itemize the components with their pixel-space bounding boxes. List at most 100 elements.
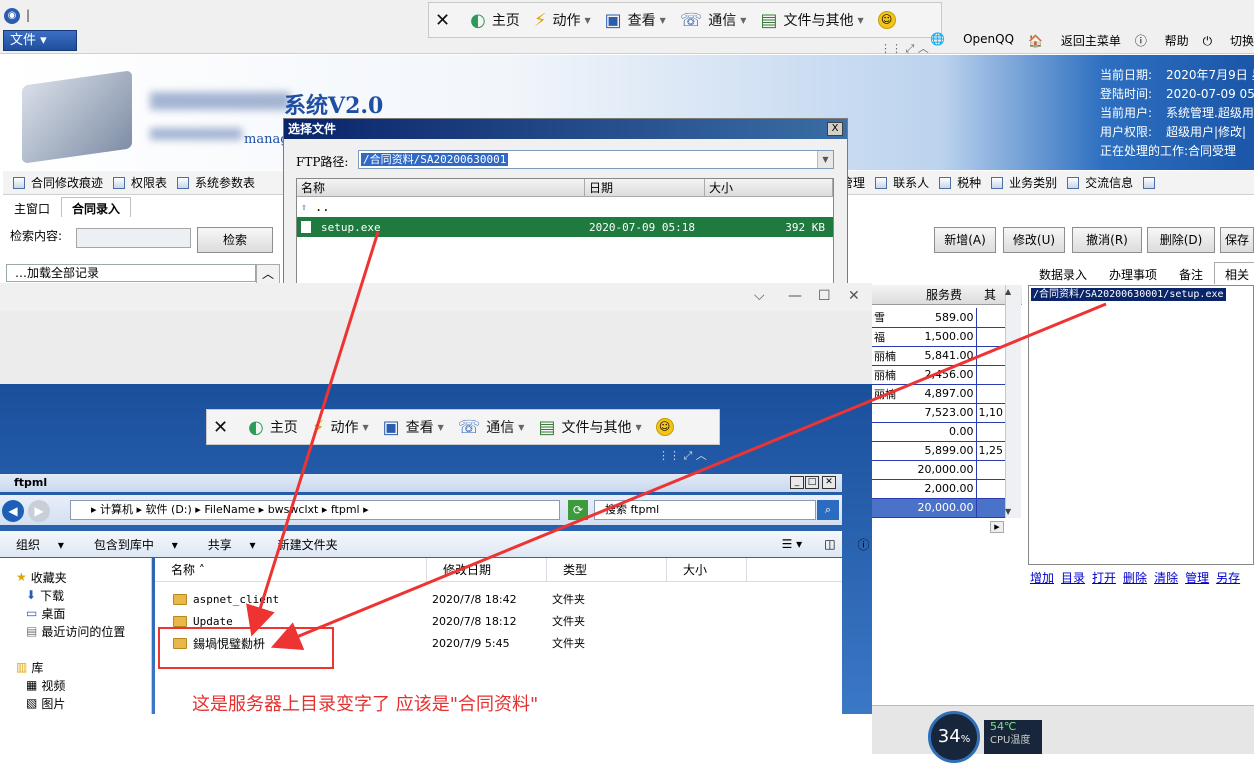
maximize-icon[interactable]: □	[805, 476, 819, 489]
record-tree[interactable]: …加载全部记录	[6, 264, 256, 282]
search-input[interactable]	[76, 228, 191, 248]
smile-icon[interactable]: ☺	[655, 418, 674, 436]
undo-button[interactable]: 撤消(R)	[1072, 227, 1142, 253]
edit-button[interactable]: 修改(U)	[1003, 227, 1065, 253]
tab-tasks[interactable]: 办理事项	[1098, 262, 1168, 284]
new-folder-button[interactable]: 新建文件夹	[278, 536, 338, 553]
col-name[interactable]: 名称 ˄	[155, 558, 427, 581]
refresh-icon[interactable]: ⟳	[568, 500, 588, 520]
list-item[interactable]: aspnet_client 2020/7/8 18:42 文件夹	[155, 589, 842, 609]
link-save-as[interactable]: 另存	[1216, 569, 1240, 586]
tab-related[interactable]: 相关	[1214, 262, 1254, 284]
delete-button[interactable]: 删除(D)	[1147, 227, 1215, 253]
minimize-icon[interactable]: —	[788, 288, 802, 304]
attachment-path[interactable]: /合同资料/SA20200630001/setup.exe	[1031, 288, 1226, 301]
nav-favorites[interactable]: ★ 收藏夹	[16, 568, 151, 586]
link-manage[interactable]: 管理	[1185, 569, 1209, 586]
fee-grid-scrollbar[interactable]	[1005, 285, 1021, 518]
include-library-button[interactable]: 包含到库中 ▾	[86, 536, 178, 553]
link-add[interactable]: 增加	[1030, 569, 1054, 586]
table-row[interactable]: 20,000.00	[872, 460, 1006, 480]
tab-main-window[interactable]: 主窗口	[3, 197, 61, 217]
tree-scroll-up[interactable]: ︿	[256, 264, 280, 284]
chevron-down-icon[interactable]: ▼	[817, 151, 833, 168]
save-button[interactable]: 保存	[1220, 227, 1254, 253]
col-modified[interactable]: 修改日期	[427, 558, 547, 581]
list-item[interactable]: setup.exe 2020-07-09 05:18 392 KB	[297, 217, 833, 237]
close-toolbar-button[interactable]: ✕	[213, 417, 234, 438]
menu-tax[interactable]: 税种	[929, 174, 981, 191]
organize-button[interactable]: 组织 ▾	[8, 536, 64, 553]
main-menu-link[interactable]: 🏠 返回主菜单	[1028, 32, 1121, 49]
table-row[interactable]: 丽楠 2,456.00	[872, 365, 1006, 385]
menu-exchange[interactable]: 交流信息	[1057, 174, 1133, 191]
scroll-right-icon[interactable]: ▶	[990, 521, 1004, 533]
address-path[interactable]: ▸ 计算机 ▸ 软件 (D:) ▸ FileName ▸ bwswclxt ▸ …	[70, 500, 560, 520]
toolbar-action[interactable]: ⚡ 动作 ▼	[312, 417, 369, 438]
back-icon[interactable]: ◀	[2, 500, 24, 522]
nav-library[interactable]: ▥ 库	[16, 658, 151, 676]
preview-pane-icon[interactable]: ◫	[824, 537, 835, 551]
tab-data-entry[interactable]: 数据录入	[1028, 262, 1098, 284]
col-name[interactable]: 名称	[297, 179, 585, 196]
search-icon[interactable]: ⌕	[817, 500, 839, 520]
scroll-up-icon[interactable]: ▲	[1005, 287, 1011, 296]
ftp-file-list[interactable]: 名称 日期 大小 ⇧.. setup.exe 2020-07-09 05:18 …	[296, 178, 834, 289]
ftp-path-combo[interactable]: /合同资料/SA20200630001 ▼	[358, 150, 834, 169]
table-row[interactable]: 5,899.00 1,25	[872, 441, 1006, 461]
col-type[interactable]: 类型	[547, 558, 667, 581]
explorer-search-input[interactable]: 搜索 ftpml	[594, 500, 816, 520]
add-button[interactable]: 新增(A)	[934, 227, 996, 253]
close-icon[interactable]: ✕	[822, 476, 836, 489]
nav-downloads[interactable]: ⬇ 下载	[26, 586, 151, 604]
toolbar-home[interactable]: ◐ 主页	[470, 10, 520, 31]
toolbar-file-other[interactable]: ▤ 文件与其他 ▼	[538, 417, 641, 438]
toolbar-action[interactable]: ⚡ 动作 ▼	[534, 10, 591, 31]
link-delete[interactable]: 删除	[1123, 569, 1147, 586]
table-row[interactable]: 福 1,500.00	[872, 327, 1006, 347]
table-row[interactable]: 雪 589.00	[872, 308, 1006, 328]
link-directory[interactable]: 目录	[1061, 569, 1085, 586]
fee-grid[interactable]: 雪 589.00 福 1,500.00 丽楠 5,841.00 丽楠 2,456.00 丽楠 4,…	[872, 308, 1020, 541]
view-options-icon[interactable]: ☰ ▾	[782, 537, 803, 551]
table-row[interactable]: 丽楠 4,897.00	[872, 384, 1006, 404]
nav-desktop[interactable]: ▭ 桌面	[26, 604, 151, 622]
table-row[interactable]: 20,000.00	[872, 498, 1006, 518]
table-row[interactable]: 丽楠 5,841.00	[872, 346, 1006, 366]
menu-contacts[interactable]: 联系人	[865, 174, 929, 191]
help-link[interactable]: ⓘ 帮助	[1135, 32, 1189, 49]
tab-contract-entry[interactable]: 合同录入	[61, 197, 132, 217]
table-row[interactable]: 2,000.00	[872, 479, 1006, 499]
toolbar-comm[interactable]: ☏ 通信 ▼	[680, 10, 747, 31]
toolbar-grip-icon[interactable]: ⋮⋮ ⤢ ︿	[658, 447, 707, 463]
toolbar-comm[interactable]: ☏ 通信 ▼	[458, 417, 525, 438]
smile-icon[interactable]: ☺	[877, 11, 896, 29]
toolbar-home[interactable]: ◐ 主页	[248, 417, 298, 438]
menu-system-params[interactable]: 系统参数表	[167, 174, 255, 191]
menu-permissions[interactable]: 权限表	[103, 174, 167, 191]
tab-notes[interactable]: 备注	[1168, 262, 1214, 284]
openqq-link[interactable]: 🌐 OpenQQ	[930, 32, 1014, 49]
menu-contract-trace[interactable]: 合同修改痕迹	[3, 174, 103, 191]
scroll-down-icon[interactable]: ▼	[1005, 507, 1011, 516]
col-size[interactable]: 大小	[667, 558, 747, 581]
menu-more[interactable]	[1133, 176, 1161, 189]
file-menu-button[interactable]: 文件 ▾	[3, 30, 77, 51]
switch-link[interactable]: ⏻ 切换	[1203, 32, 1254, 49]
chevron-down-icon[interactable]: ⌵	[754, 288, 765, 304]
menu-business-type[interactable]: 业务类别	[981, 174, 1057, 191]
close-icon[interactable]: ✕	[848, 288, 860, 304]
toolbar-view[interactable]: ▣ 查看 ▼	[383, 417, 444, 438]
close-toolbar-button[interactable]: ✕	[435, 10, 456, 31]
maximize-icon[interactable]: ☐	[818, 288, 831, 304]
minimize-icon[interactable]: _	[790, 476, 804, 489]
toolbar-view[interactable]: ▣ 查看 ▼	[605, 10, 666, 31]
table-row[interactable]: 0.00	[872, 422, 1006, 442]
ftp-path-value[interactable]: /合同资料/SA20200630001	[361, 153, 509, 166]
dialog-close-button[interactable]: X	[827, 122, 843, 136]
nav-videos[interactable]: ▦ 视频	[26, 676, 151, 694]
link-open[interactable]: 打开	[1092, 569, 1116, 586]
attachment-list[interactable]: /合同资料/SA20200630001/setup.exe	[1028, 285, 1254, 565]
toolbar-file-other[interactable]: ▤ 文件与其他 ▼	[760, 10, 863, 31]
search-button[interactable]: 检索	[197, 227, 273, 253]
